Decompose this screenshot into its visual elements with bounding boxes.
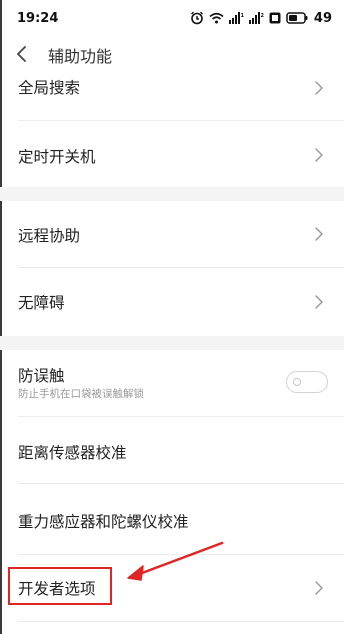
chevron-right-icon <box>315 227 323 241</box>
list-item-remote-assist[interactable]: 远程协助 <box>0 201 344 267</box>
anti-mistouch-toggle[interactable] <box>286 371 328 393</box>
battery-percentage: 49 <box>313 10 332 26</box>
list-item-proximity-calibration[interactable]: 距离传感器校准 <box>0 417 344 483</box>
chevron-right-icon <box>315 581 323 595</box>
chevron-right-icon <box>315 295 323 309</box>
list-item-label: 无障碍 <box>18 294 65 312</box>
list-item-scheduled-power[interactable]: 定时开关机 <box>0 121 344 187</box>
chevron-right-icon <box>315 81 323 95</box>
list-item-anti-mistouch[interactable]: 防误触 防止手机在口袋被误触解锁 <box>0 350 344 416</box>
list-item-gravity-gyro-calibration[interactable]: 重力感应器和陀螺仪校准 <box>0 484 344 554</box>
status-bar: 19:24 1 2 49 <box>0 0 344 36</box>
alarm-icon <box>190 11 203 25</box>
toggle-knob <box>293 378 301 386</box>
annotation-highlight-box <box>8 567 112 605</box>
status-icons: 1 2 49 <box>190 11 332 26</box>
section-gap <box>0 336 344 350</box>
list-item-label: 重力感应器和陀螺仪校准 <box>18 513 189 531</box>
signal-2-icon: 2 <box>248 12 264 24</box>
svg-text:1: 1 <box>240 13 244 19</box>
battery-icon <box>286 12 308 24</box>
status-time: 19:24 <box>17 10 59 26</box>
list-item-label: 定时开关机 <box>18 148 96 166</box>
list-item-description: 防止手机在口袋被误触解锁 <box>18 388 144 400</box>
page-header: 辅助功能 <box>0 36 344 72</box>
hd-icon <box>269 12 281 24</box>
chevron-right-icon <box>315 148 323 162</box>
list-item-label: 远程协助 <box>18 227 81 245</box>
list-item-label: 防误触 <box>18 367 65 385</box>
back-arrow-icon[interactable] <box>14 45 30 63</box>
wifi-icon <box>209 12 224 24</box>
section-gap <box>0 187 344 201</box>
list-item-accessibility[interactable]: 无障碍 <box>0 268 344 336</box>
list-item-label: 全局搜索 <box>18 79 81 97</box>
list-item-label: 距离传感器校准 <box>18 444 127 462</box>
signal-1-icon: 1 <box>228 12 244 24</box>
page-title: 辅助功能 <box>48 47 113 66</box>
list-item-global-search[interactable]: 全局搜索 <box>0 72 344 120</box>
divider <box>18 621 344 622</box>
svg-text:2: 2 <box>260 13 264 19</box>
